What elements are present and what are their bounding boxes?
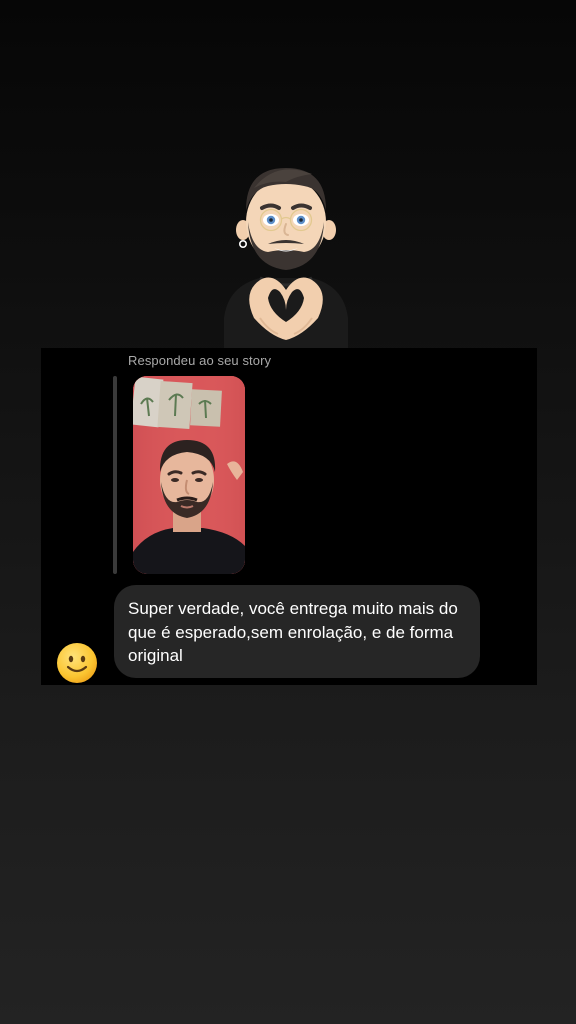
dm-reply-screenshot: Respondeu ao seu story Super verdade, vo… [41,348,537,685]
smiling-face-emoji-icon [57,643,97,683]
memoji-heart-hands-sticker [216,158,356,350]
reply-context-label: Respondeu ao seu story [128,353,272,368]
message-bubble[interactable]: Super verdade, você entrega muito mais d… [114,585,480,678]
sender-avatar[interactable] [56,642,98,684]
reply-quote-bar [113,376,117,574]
story-thumbnail[interactable] [133,376,245,574]
